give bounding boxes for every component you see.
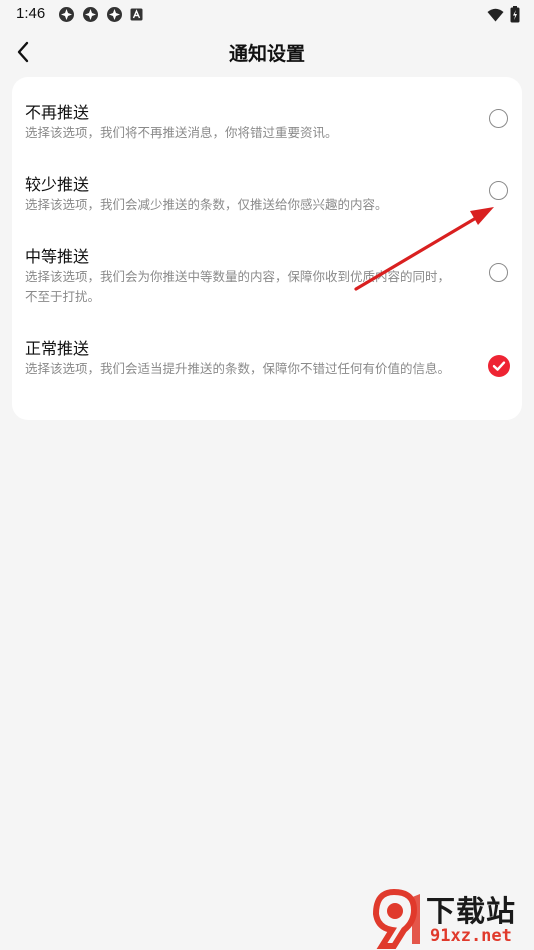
navigation-bar: 通知设置 — [0, 30, 534, 74]
notification-icons — [58, 6, 143, 23]
app-notification-icon — [83, 7, 98, 22]
site-logo-icon — [372, 888, 420, 949]
option-normal-push[interactable]: 正常推送 选择该选项，我们会适当提升推送的条数，保障你不错过任何有价值的信息。 — [12, 327, 522, 420]
wifi-icon — [487, 8, 504, 21]
checkmark-icon — [492, 361, 506, 371]
font-notification-icon — [130, 8, 143, 21]
app-notification-icon — [59, 7, 74, 22]
system-icons — [487, 6, 520, 23]
option-less-push[interactable]: 较少推送 选择该选项，我们会减少推送的条数，仅推送给你感兴趣的内容。 — [12, 157, 522, 229]
push-frequency-card: 不再推送 选择该选项，我们将不再推送消息，你将错过重要资讯。 较少推送 选择该选… — [12, 77, 522, 420]
page-title: 通知设置 — [228, 43, 305, 65]
option-description: 选择该选项，我们会适当提升推送的条数，保障你不错过任何有价值的信息。 — [25, 361, 451, 376]
option-description: 选择该选项，我们将不再推送消息，你将错过重要资讯。 — [25, 125, 338, 140]
option-title: 不再推送 — [25, 103, 90, 122]
status-time: 1:46 — [16, 5, 46, 22]
option-description: 选择该选项，我们会减少推送的条数，仅推送给你感兴趣的内容。 — [25, 197, 388, 212]
option-title: 正常推送 — [25, 339, 90, 358]
option-radio-checked[interactable] — [488, 355, 510, 377]
site-watermark: 下载站 91xz.net — [364, 886, 534, 950]
option-description: 选择该选项，我们会为你推送中等数量的内容，保障你收到优质内容的同时，不至于打扰。 — [25, 269, 451, 304]
watermark-title: 下载站 — [426, 894, 517, 928]
app-notification-icon — [107, 7, 122, 22]
option-radio-unchecked[interactable] — [489, 263, 508, 282]
option-title: 中等推送 — [25, 247, 90, 266]
option-medium-push[interactable]: 中等推送 选择该选项，我们会为你推送中等数量的内容，保障你收到优质内容的同时，不… — [12, 229, 522, 327]
option-radio-unchecked[interactable] — [489, 109, 508, 128]
option-no-push[interactable]: 不再推送 选择该选项，我们将不再推送消息，你将错过重要资讯。 — [12, 77, 522, 157]
status-bar: 1:46 — [0, 0, 534, 30]
option-radio-unchecked[interactable] — [489, 181, 508, 200]
watermark-url: 91xz.net — [430, 926, 512, 946]
battery-charging-icon — [510, 6, 520, 23]
option-title: 较少推送 — [25, 175, 90, 194]
